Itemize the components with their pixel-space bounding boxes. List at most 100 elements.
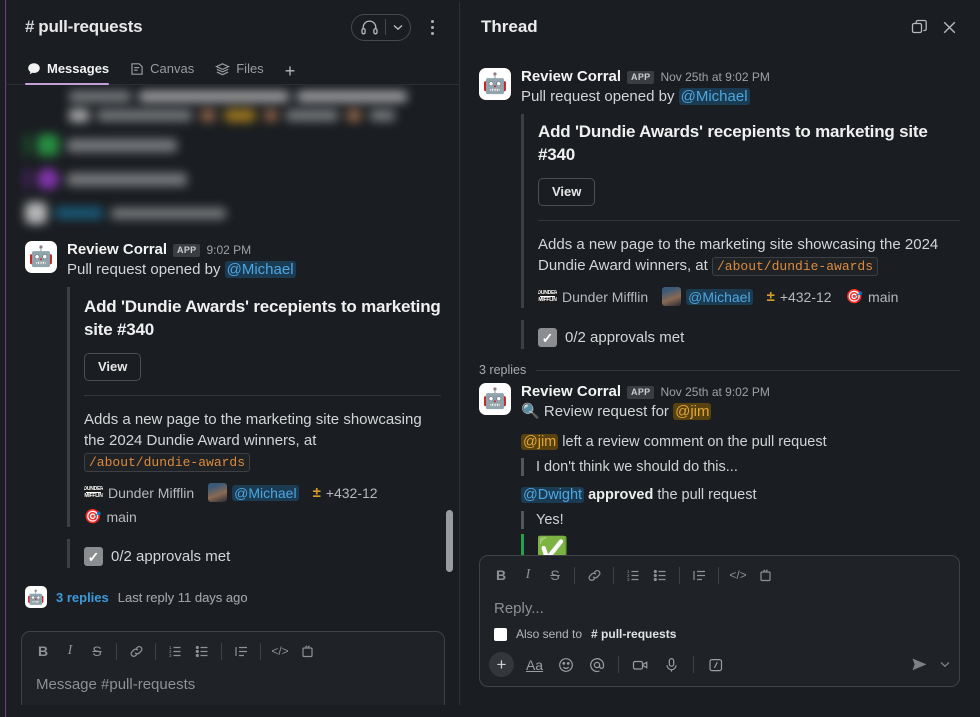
app-badge: APP	[173, 244, 201, 257]
review-request-line: 🔍 Review request for @jim	[521, 401, 960, 423]
microphone-icon[interactable]	[657, 651, 686, 678]
channel-composer[interactable]: B I S 123 </> Message #pull-requests	[21, 631, 445, 705]
mention-icon[interactable]	[582, 651, 611, 678]
message-author[interactable]: Review Corral	[67, 241, 167, 258]
mention-jim[interactable]: @jim	[521, 434, 559, 450]
review-request-text: Review request for	[543, 403, 669, 420]
huddle-button[interactable]	[351, 13, 411, 41]
link-icon[interactable]	[123, 639, 149, 663]
code-block-icon[interactable]	[752, 563, 778, 587]
tab-files[interactable]: Files	[205, 53, 274, 84]
branch-name: main	[106, 508, 137, 525]
view-button[interactable]: View	[84, 353, 142, 381]
toolbar-separator	[718, 566, 719, 584]
mention-jim[interactable]: @jim	[673, 403, 712, 420]
tab-canvas[interactable]: Canvas	[120, 53, 205, 84]
message-timestamp[interactable]: 9:02 PM	[206, 243, 251, 257]
approvals-row: ✓ 0/2 approvals met	[67, 539, 441, 568]
message-subtitle: Pull request opened by @Michael	[67, 259, 441, 281]
thread-root-header: Review Corral APP Nov 25th at 9:02 PM	[521, 68, 960, 85]
replies-last-reply: Last reply 11 days ago Last reply 11 day…	[118, 590, 248, 605]
toolbar-separator	[574, 566, 575, 584]
page-title[interactable]: # pull-requests	[25, 17, 143, 37]
headphones-icon	[352, 19, 385, 35]
dart-icon: 🎯	[845, 288, 864, 304]
reply-input[interactable]: Reply...	[480, 593, 959, 627]
approvals-row: ✓ 0/2 approvals met	[521, 320, 960, 349]
open-window-icon[interactable]	[904, 12, 934, 42]
channel-scrollbar[interactable]	[446, 510, 453, 572]
blockquote-icon[interactable]	[228, 639, 254, 663]
action-separator	[618, 656, 619, 673]
code-block-icon[interactable]	[294, 639, 320, 663]
attachment-meta-row: DUNDER MIFFLIN Dunder Mifflin @Michael ± …	[538, 287, 960, 306]
thread-composer[interactable]: B I S 123 </> Reply... Also send to # pu…	[479, 555, 960, 687]
tab-label: Canvas	[150, 61, 195, 76]
tab-messages[interactable]: Messages	[25, 53, 120, 85]
also-send-row[interactable]: Also send to # pull-requests	[480, 627, 959, 647]
message-author[interactable]: Review Corral	[521, 383, 621, 400]
chevron-down-icon[interactable]	[386, 24, 410, 31]
bulleted-list-icon[interactable]	[189, 639, 215, 663]
branch-name: main	[868, 288, 899, 305]
message-review-corral: 🤖 Review Corral APP 9:02 PM Pull request…	[7, 231, 459, 568]
plus-icon[interactable]: +	[489, 652, 514, 677]
avatar[interactable]: 🤖	[479, 383, 511, 415]
blockquote-icon[interactable]	[686, 563, 712, 587]
send-options-chevron-icon[interactable]	[940, 661, 950, 668]
video-icon[interactable]	[626, 651, 655, 678]
more-options-icon[interactable]	[419, 13, 445, 41]
attachment-title[interactable]: Add 'Dundie Awards' recepients to market…	[538, 120, 960, 166]
mention-author[interactable]: @Michael	[232, 484, 299, 501]
formatting-toolbar: B I S 123 </>	[480, 556, 959, 593]
replies-count-link[interactable]: 3 replies	[56, 590, 109, 605]
slash-command-icon[interactable]	[701, 651, 730, 678]
code-icon[interactable]: </>	[267, 639, 293, 663]
message-timestamp[interactable]: Nov 25th at 9:02 PM	[660, 385, 769, 399]
pull-request-attachment: Add 'Dundie Awards' recepients to market…	[67, 287, 441, 527]
also-send-checkbox[interactable]	[494, 627, 507, 641]
attachment-meta-row: DUNDER MIFFLIN Dunder Mifflin @Michael ± …	[84, 483, 441, 525]
format-text-icon[interactable]: Aa	[520, 651, 549, 678]
bold-icon[interactable]: B	[30, 639, 56, 663]
toolbar-separator	[221, 642, 222, 660]
last-reply-text-overlap: Last reply 11 days ago	[117, 589, 248, 605]
thread-pane: Thread 🤖 Review Corral APP Nov 25th at 9…	[461, 2, 978, 705]
emoji-icon[interactable]	[551, 651, 580, 678]
ordered-list-icon[interactable]: 123	[620, 563, 646, 587]
bold-icon[interactable]: B	[488, 563, 514, 587]
reply-header: Review Corral APP Nov 25th at 9:02 PM	[521, 383, 960, 400]
message-author[interactable]: Review Corral	[521, 68, 621, 85]
messages-bubble-icon	[27, 62, 41, 76]
formatting-toolbar: B I S 123 </>	[22, 632, 444, 669]
check-box-icon: ✓	[84, 547, 103, 566]
send-icon[interactable]	[905, 651, 934, 678]
view-button[interactable]: View	[538, 178, 596, 206]
add-tab-button[interactable]: +	[275, 61, 302, 84]
repo-item: DUNDER MIFFLIN Dunder Mifflin	[84, 485, 194, 501]
avatar[interactable]: 🤖	[479, 68, 511, 100]
message-timestamp[interactable]: Nov 25th at 9:02 PM	[660, 70, 769, 84]
ordered-list-icon[interactable]: 123	[162, 639, 188, 663]
mention-michael[interactable]: @Michael	[678, 88, 750, 105]
attachment-title[interactable]: Add 'Dundie Awards' recepients to market…	[84, 295, 441, 341]
code-icon[interactable]: </>	[725, 563, 751, 587]
italic-icon[interactable]: I	[515, 563, 541, 587]
mention-author[interactable]: @Michael	[686, 288, 753, 305]
message-input[interactable]: Message #pull-requests	[22, 669, 444, 703]
link-icon[interactable]	[581, 563, 607, 587]
thread-replies-row[interactable]: 🤖 3 replies Last reply 11 days ago Last …	[7, 576, 459, 608]
italic-icon[interactable]: I	[57, 639, 83, 663]
bulleted-list-icon[interactable]	[647, 563, 673, 587]
mention-dwight[interactable]: @Dwight	[521, 487, 585, 503]
also-send-label: Also send to	[516, 627, 583, 641]
action-separator	[693, 656, 694, 673]
mention-michael[interactable]: @Michael	[224, 261, 296, 278]
author-item: @Michael	[208, 483, 299, 502]
strikethrough-icon[interactable]: S	[84, 639, 110, 663]
channel-pane: # pull-requests Messages Canvas Files + …	[7, 2, 460, 705]
avatar[interactable]: 🤖	[25, 241, 57, 273]
close-icon[interactable]	[934, 12, 964, 42]
diff-icon: ±	[766, 287, 775, 305]
strikethrough-icon[interactable]: S	[542, 563, 568, 587]
